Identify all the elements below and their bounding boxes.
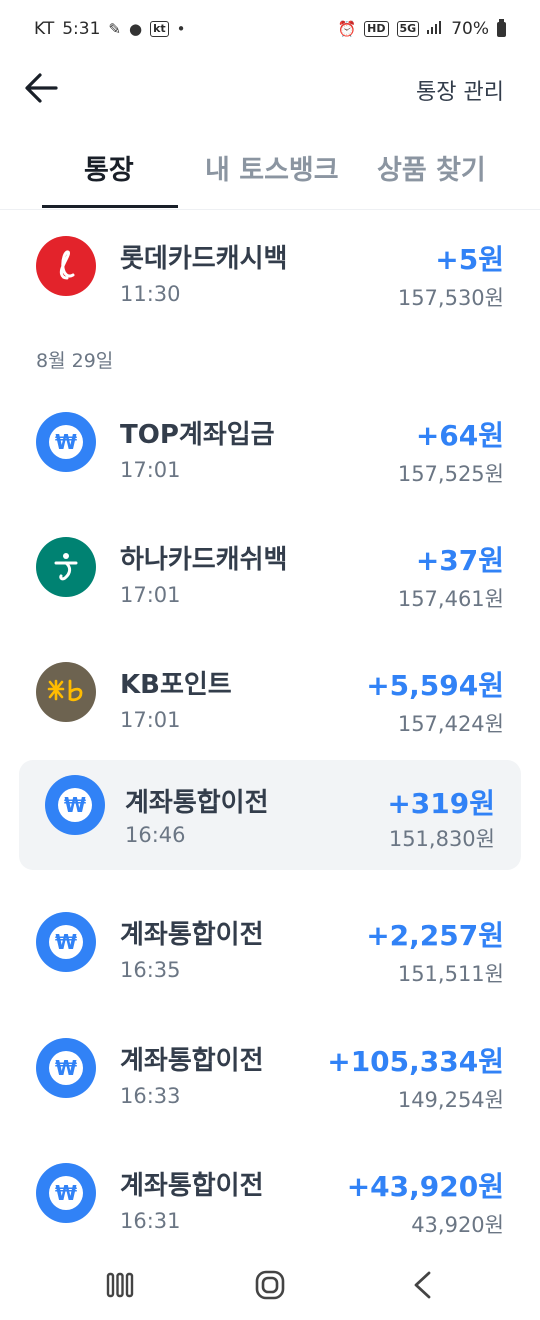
signal-icon	[427, 19, 443, 39]
home-button[interactable]	[253, 1268, 287, 1302]
transaction-amount: +37원	[415, 544, 504, 577]
date-header: 8월 29일	[36, 350, 114, 372]
battery-icon	[497, 18, 506, 37]
transaction-balance: 157,530원	[397, 286, 504, 310]
tab-bar: 통장 내 토스뱅크 상품 찾기	[0, 138, 540, 210]
back-arrow-icon	[25, 73, 58, 103]
transaction-name: TOP계좌입금	[120, 420, 275, 450]
status-bar: KT 5:31 ✎ ● kt • ⏰ HD 5G 70%	[0, 0, 540, 58]
transaction-row-selected[interactable]: ₩ 계좌통합이전 16:46 +319원 151,830원	[19, 760, 521, 870]
transaction-balance: 157,525원	[397, 462, 504, 486]
transaction-balance: 149,254원	[397, 1088, 504, 1112]
clock: 5:31	[62, 19, 101, 39]
recents-button[interactable]	[104, 1268, 136, 1302]
recents-icon	[106, 1272, 134, 1298]
battery-percent: 70%	[451, 19, 489, 39]
back-icon	[414, 1271, 431, 1299]
back-arrow-button[interactable]	[22, 70, 62, 106]
transaction-time: 16:31	[120, 1209, 181, 1233]
transaction-balance: 151,830원	[388, 827, 495, 851]
transaction-time: 17:01	[120, 583, 181, 607]
tab-my-tossbank[interactable]: 내 토스뱅크	[205, 148, 339, 187]
transaction-time: 17:01	[120, 708, 181, 732]
won-icon: ₩	[36, 412, 96, 472]
active-tab-indicator	[42, 205, 178, 208]
transaction-time: 16:46	[125, 823, 186, 847]
transaction-row[interactable]: ₩ TOP계좌입금 17:01 +64원 157,525원	[0, 398, 540, 508]
transaction-name: KB포인트	[120, 670, 232, 700]
transaction-row[interactable]: 롯데카드캐시백 11:30 +5원 157,530원	[0, 222, 540, 332]
hana-card-logo-icon	[36, 537, 96, 597]
system-nav-bar	[0, 1250, 540, 1320]
transaction-balance: 157,461원	[397, 587, 504, 611]
dot-icon: •	[176, 20, 186, 38]
kt-badge-icon: kt	[150, 21, 169, 37]
transaction-row[interactable]: ₩ 계좌통합이전 16:33 +105,334원 149,254원	[0, 1024, 540, 1134]
transaction-row[interactable]: 하나카드캐쉬백 17:01 +37원 157,461원	[0, 523, 540, 633]
transaction-amount: +319원	[387, 787, 495, 820]
transaction-amount: +105,334원	[327, 1045, 504, 1078]
lotte-card-logo-icon	[36, 236, 96, 296]
transaction-name: 롯데카드캐시백	[120, 244, 288, 274]
transaction-name: 계좌통합이전	[120, 920, 264, 950]
transaction-amount: +5원	[435, 243, 504, 276]
chat-icon: ●	[128, 20, 143, 38]
won-icon: ₩	[36, 1163, 96, 1223]
kb-logo-icon	[36, 662, 96, 722]
alarm-icon: ⏰	[337, 20, 357, 38]
home-icon	[255, 1270, 285, 1300]
status-left: KT 5:31 ✎ ● kt •	[34, 19, 186, 39]
system-back-button[interactable]	[408, 1268, 436, 1302]
transaction-amount: +2,257원	[366, 919, 504, 952]
won-icon: ₩	[36, 1038, 96, 1098]
transaction-balance: 157,424원	[397, 712, 504, 736]
transaction-row[interactable]: KB포인트 17:01 +5,594원 157,424원	[0, 648, 540, 758]
transaction-name: 계좌통합이전	[120, 1046, 264, 1076]
status-right: ⏰ HD 5G 70%	[337, 18, 506, 39]
tab-account[interactable]: 통장	[84, 148, 134, 187]
transaction-time: 16:35	[120, 958, 181, 982]
carrier-label: KT	[34, 19, 55, 39]
transaction-row[interactable]: ₩ 계좌통합이전 16:31 +43,920원 43,920원	[0, 1149, 540, 1259]
tab-find-products[interactable]: 상품 찾기	[377, 148, 486, 187]
hd-badge-icon: HD	[364, 21, 389, 37]
transaction-balance: 151,511원	[397, 962, 504, 986]
transaction-row[interactable]: ₩ 계좌통합이전 16:35 +2,257원 151,511원	[0, 898, 540, 1008]
transaction-time: 17:01	[120, 458, 181, 482]
transaction-time: 11:30	[120, 282, 181, 306]
transaction-balance: 43,920원	[411, 1213, 504, 1237]
transaction-name: 계좌통합이전	[125, 788, 269, 818]
won-icon: ₩	[36, 912, 96, 972]
transaction-name: 계좌통합이전	[120, 1171, 264, 1201]
transaction-amount: +64원	[415, 419, 504, 452]
account-manage-link[interactable]: 통장 관리	[416, 74, 504, 106]
notification-icon: ✎	[108, 20, 121, 38]
won-icon: ₩	[45, 775, 105, 835]
transaction-amount: +43,920원	[346, 1170, 504, 1203]
transaction-name: 하나카드캐쉬백	[120, 545, 288, 575]
transaction-amount: +5,594원	[366, 669, 504, 702]
network-5g-icon: 5G	[396, 21, 420, 37]
top-bar: 통장 관리	[0, 58, 540, 118]
transaction-time: 16:33	[120, 1084, 181, 1108]
